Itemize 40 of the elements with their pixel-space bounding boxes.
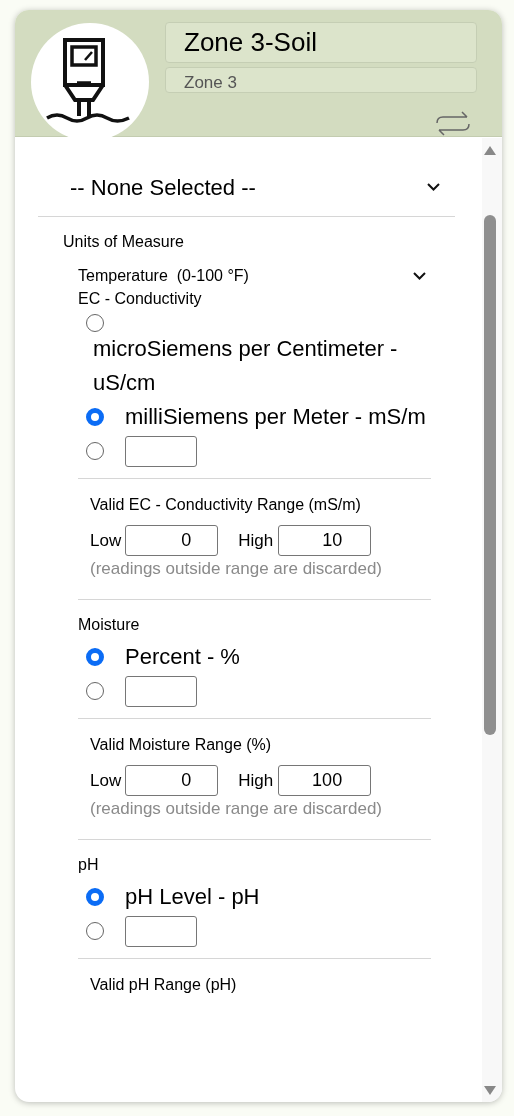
radio-button[interactable]	[86, 408, 104, 426]
section-heading: Moisture	[78, 615, 141, 635]
temperature-dropdown[interactable]: Temperature (0-100 °F)	[70, 264, 432, 288]
radio-button[interactable]	[86, 648, 104, 666]
radio-button[interactable]	[86, 888, 104, 906]
option-label: Percent - %	[125, 643, 240, 671]
scroll-up-icon[interactable]	[483, 145, 497, 156]
units-heading: Units of Measure	[63, 232, 185, 252]
custom-unit-input[interactable]	[125, 675, 197, 707]
high-input[interactable]: 10	[278, 525, 372, 556]
subtitle-field[interactable]: Zone 3	[165, 67, 477, 93]
title-field[interactable]: Zone 3-Soil	[165, 22, 477, 63]
custom-unit-input[interactable]	[125, 435, 197, 467]
range-title: Valid pH Range (pH)	[90, 975, 238, 995]
radio-button[interactable]	[86, 922, 104, 940]
swap-icon[interactable]	[435, 111, 471, 136]
option-label: pH Level - pH	[125, 883, 260, 911]
high-label: High	[238, 769, 274, 792]
low-label: Low	[90, 529, 122, 552]
option-label: milliSiemens per Meter - mS/m	[125, 403, 426, 431]
scrollbar-thumb[interactable]	[484, 215, 496, 735]
custom-unit-input[interactable]	[125, 915, 197, 947]
high-label: High	[238, 529, 274, 552]
section-heading: EC - Conductivity	[78, 289, 203, 309]
range-title: Valid Moisture Range (%)	[90, 735, 273, 755]
high-input[interactable]: 100	[278, 765, 372, 796]
radio-button[interactable]	[86, 442, 104, 460]
section-heading: pH	[78, 855, 100, 875]
zone-dropdown[interactable]: -- None Selected --	[60, 169, 448, 205]
low-input[interactable]: 0	[125, 525, 219, 556]
low-input[interactable]: 0	[125, 765, 219, 796]
radio-button[interactable]	[86, 682, 104, 700]
radio-button[interactable]	[86, 314, 104, 332]
chevron-down-icon	[427, 183, 440, 191]
range-title: Valid EC - Conductivity Range (mS/m)	[90, 495, 362, 515]
range-note: (readings outside range are discarded)	[90, 798, 383, 820]
range-note: (readings outside range are discarded)	[90, 558, 383, 580]
low-label: Low	[90, 769, 122, 792]
chevron-down-icon	[413, 272, 426, 280]
scroll-down-icon[interactable]	[483, 1085, 497, 1096]
